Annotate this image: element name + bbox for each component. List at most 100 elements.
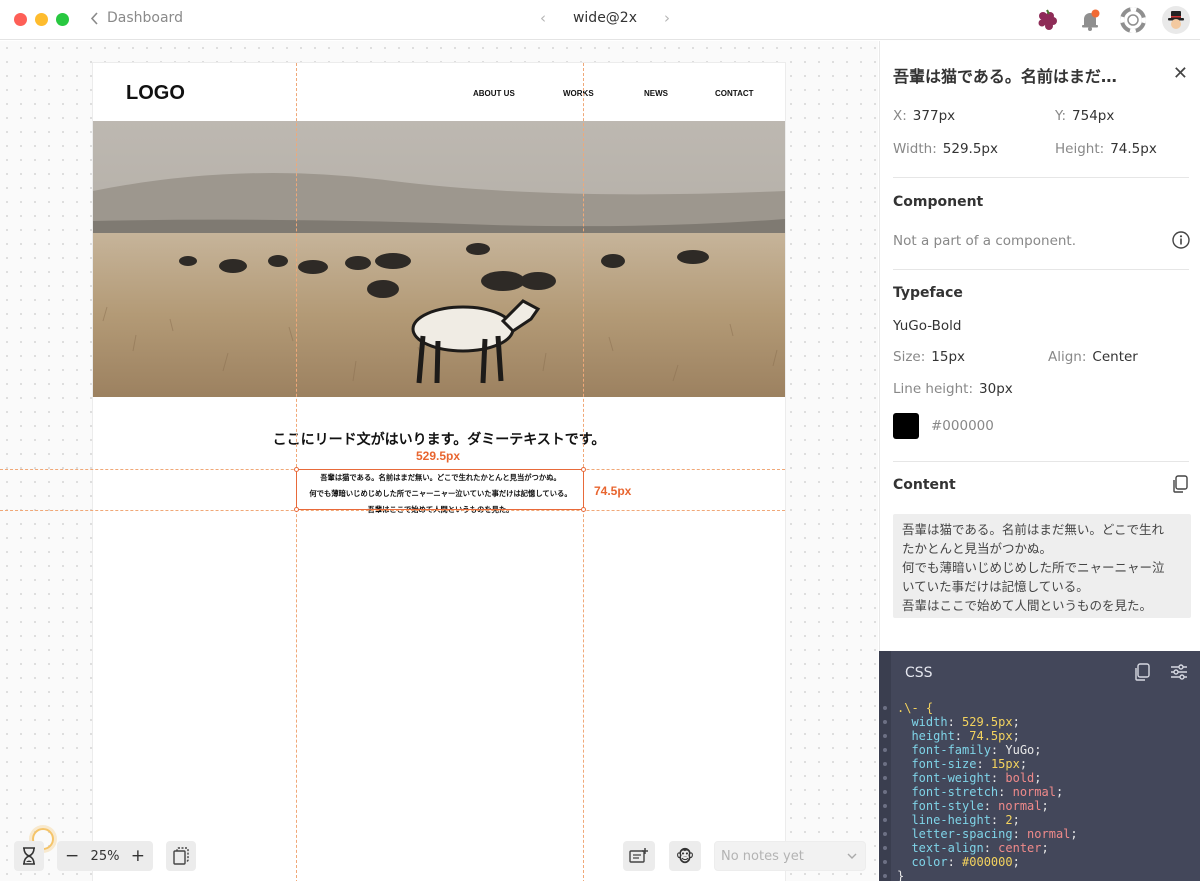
resize-handle[interactable] [581, 467, 586, 472]
slices-button[interactable] [166, 841, 196, 871]
zoom-level: 25% [90, 848, 120, 864]
x-value[interactable]: 377px [913, 108, 955, 124]
height-measure-label: 74.5px [594, 484, 632, 498]
gutter-dot [883, 846, 887, 850]
nav-works[interactable]: WORKS [563, 89, 594, 98]
resize-handle[interactable] [294, 507, 299, 512]
hero-image[interactable] [93, 121, 785, 397]
height-field: Height: 74.5px [1055, 141, 1157, 157]
zoom-control: − 25% + [57, 841, 153, 871]
css-declaration: font-style: normal; [897, 799, 1049, 813]
content-line: たかとんと見当がつかぬ。 [902, 541, 1053, 556]
add-note-button[interactable] [623, 841, 655, 871]
align-value[interactable]: Center [1092, 349, 1137, 365]
gutter-dot [883, 734, 887, 738]
line-height-label: Line height: [893, 381, 974, 397]
zoom-in-button[interactable]: + [131, 846, 145, 866]
gutter-dot [883, 860, 887, 864]
notes-dropdown[interactable]: No notes yet [714, 841, 866, 871]
css-property: font-weight [897, 771, 991, 785]
hourglass-icon [23, 847, 35, 865]
close-window-button[interactable] [14, 13, 27, 26]
resize-handle[interactable] [581, 507, 586, 512]
notes-placeholder: No notes yet [721, 848, 804, 864]
copy-css-icon[interactable] [1134, 663, 1150, 681]
color-hex[interactable]: #000000 [931, 418, 994, 434]
css-declaration: letter-spacing: normal; [897, 827, 1078, 841]
zoom-out-button[interactable]: − [65, 846, 79, 866]
info-icon[interactable] [1172, 231, 1190, 253]
width-field: Width: 529.5px [893, 141, 998, 157]
gutter-dot [883, 818, 887, 822]
css-code[interactable]: .\- { width: 529.5px; height: 74.5px; fo… [897, 701, 1078, 881]
css-selector: .\- { [897, 701, 934, 715]
top-right-icons [1033, 6, 1190, 34]
css-value: bold [1005, 771, 1035, 785]
align-field: Align: Center [1048, 349, 1138, 365]
user-avatar-icon[interactable] [1162, 6, 1190, 34]
align-label: Align: [1048, 349, 1087, 365]
css-value: 15px [990, 757, 1020, 771]
css-value: 2 [1005, 813, 1013, 827]
css-closing-brace: } [897, 869, 905, 881]
css-declaration: font-size: 15px; [897, 757, 1028, 771]
css-declaration: font-weight: bold; [897, 771, 1042, 785]
minimize-window-button[interactable] [35, 13, 48, 26]
line-height-value[interactable]: 30px [979, 381, 1013, 397]
divider [893, 461, 1189, 462]
lead-text[interactable]: ここにリード文がはいります。ダミーテキストです。 [93, 429, 785, 449]
help-lifebuoy-icon[interactable] [1119, 6, 1147, 34]
settings-sliders-icon[interactable] [1170, 663, 1188, 681]
add-note-icon [629, 848, 648, 863]
x-label: X: [893, 108, 907, 124]
css-declaration: color: #000000; [897, 855, 1020, 869]
content-text-box[interactable]: 吾輩は猫である。名前はまだ無い。どこで生れ たかとんと見当がつかぬ。 何でも薄暗… [893, 514, 1191, 618]
gutter-dot [883, 874, 887, 878]
gutter-dot [883, 706, 887, 710]
nav-about-us[interactable]: ABOUT US [473, 89, 515, 98]
css-value: normal [998, 799, 1042, 813]
bell-icon[interactable] [1076, 6, 1104, 34]
css-value: normal [1012, 785, 1056, 799]
width-value[interactable]: 529.5px [943, 141, 998, 157]
color-swatch[interactable] [893, 413, 919, 439]
design-canvas[interactable]: LOGO ABOUT US WORKS NEWS CONTACT ここにリード文… [0, 41, 878, 881]
history-button[interactable] [14, 841, 44, 871]
title-bar: Dashboard ‹ wide@2x › [0, 0, 1200, 40]
previous-screen-icon[interactable]: ‹ [540, 9, 546, 27]
css-property: line-height [897, 813, 991, 827]
height-value[interactable]: 74.5px [1110, 141, 1157, 157]
width-label: Width: [893, 141, 937, 157]
css-property: color [897, 855, 948, 869]
css-value: center [998, 841, 1042, 855]
y-field: Y: 754px [1055, 108, 1114, 124]
size-value[interactable]: 15px [931, 349, 965, 365]
zoom-window-button[interactable] [56, 13, 69, 26]
close-icon[interactable]: ✕ [1173, 63, 1188, 84]
nav-news[interactable]: NEWS [644, 89, 668, 98]
css-value: 74.5px [969, 729, 1013, 743]
css-code-panel: CSS .\- { width: 529.5px; height: 74.5px… [879, 651, 1200, 881]
css-declaration: font-stretch: normal; [897, 785, 1064, 799]
selection-box[interactable] [294, 467, 586, 512]
inspector-title: 吾輩は猫である。名前はまだ… [893, 67, 1117, 86]
y-value[interactable]: 754px [1072, 108, 1114, 124]
resize-handle[interactable] [294, 467, 299, 472]
next-screen-icon[interactable]: › [664, 9, 670, 27]
css-declaration: text-align: center; [897, 841, 1049, 855]
back-to-dashboard-link[interactable]: Dashboard [90, 10, 183, 26]
size-label: Size: [893, 349, 926, 365]
monkey-avatar-icon[interactable]: 🐵 [669, 841, 701, 871]
font-name[interactable]: YuGo-Bold [893, 318, 961, 334]
css-declaration: width: 529.5px; [897, 715, 1020, 729]
artboard-logo[interactable]: LOGO [126, 82, 185, 105]
content-heading: Content [893, 477, 956, 493]
back-label: Dashboard [107, 10, 183, 26]
copy-content-icon[interactable] [1172, 475, 1188, 497]
css-value: YuGo [1005, 743, 1035, 757]
grapes-avatar-icon[interactable] [1033, 6, 1061, 34]
gutter-dot [883, 804, 887, 808]
divider [893, 177, 1189, 178]
gutter-dot [883, 790, 887, 794]
nav-contact[interactable]: CONTACT [715, 89, 754, 98]
